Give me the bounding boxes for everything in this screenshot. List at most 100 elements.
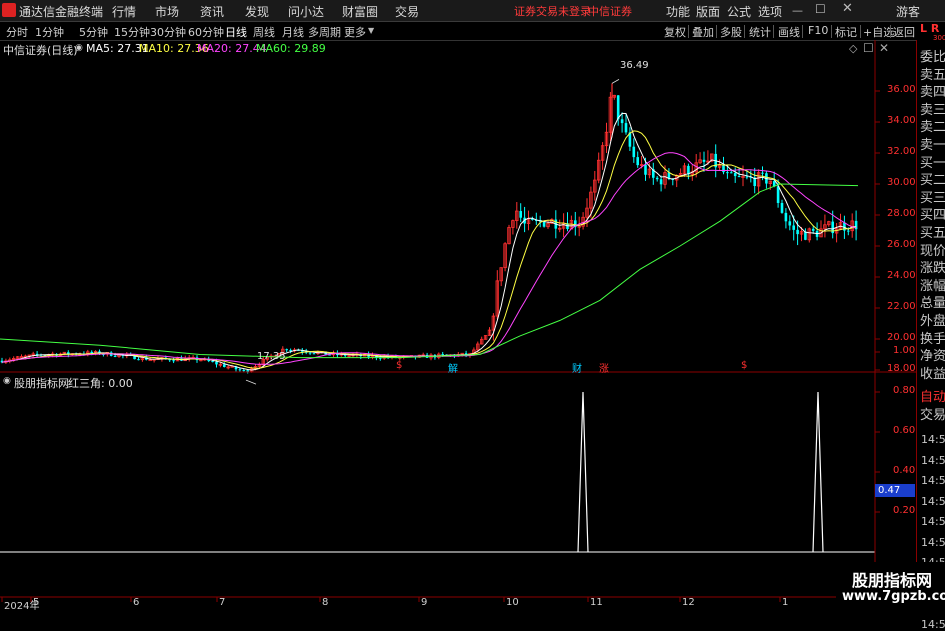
close-icon[interactable]: ✕ [842,1,853,16]
indicator-value: 红三角: 0.00 [68,377,133,390]
quote-field-label: 买四 [920,208,945,224]
candle [847,230,850,232]
multi-stock-button[interactable]: 多股 [720,24,742,40]
ma60-label: MA60: 29.89 [256,42,326,55]
draw-line-button[interactable]: 画线 [778,24,800,40]
event-marker[interactable]: $ [396,360,402,371]
candle [113,355,117,357]
ma60-line [0,183,859,359]
quote-field-label: 卖三 [920,102,945,118]
menu-item-market[interactable]: 市场 [155,3,179,20]
app-title: 通达信金融终端 [19,5,104,19]
menu-item-ask[interactable]: 问小达 [288,3,324,20]
period-multi[interactable]: 多周期 [308,24,341,40]
candle [542,221,546,227]
period-5min[interactable]: 5分钟 [79,24,108,40]
event-marker[interactable]: 财 [572,360,582,375]
quote-field-label: 换手 [920,331,945,347]
ma-line [1,152,857,365]
window-icon[interactable]: ☐ [863,41,874,55]
time-label: 12 [682,597,695,608]
tick-time: 14:56 [921,433,945,446]
candle [238,369,242,371]
auto-label[interactable]: 自动 [920,386,945,405]
candle [702,159,706,162]
candle [148,359,152,362]
menu-item-wealth[interactable]: 财富圈 [342,3,378,20]
candle [811,228,815,231]
time-label: 7 [219,597,226,608]
menu-item-news[interactable]: 资讯 [200,3,224,20]
quote-field-label: 卖二 [920,120,945,136]
settings-icon[interactable]: ◉ [75,43,83,53]
indicator-settings-icon[interactable]: ◉ [3,376,11,386]
high-price-label: 36.49 [620,60,649,71]
period-more[interactable]: 更多 [344,24,366,40]
stock-label: 中信证券(日线) [3,44,78,57]
maximize-icon[interactable]: ☐ [815,2,826,16]
event-marker[interactable]: 解 [448,360,458,375]
period-daily[interactable]: 日线 [225,24,247,40]
price-tick: 22.00 [887,301,916,312]
tick-time: 14:56 [921,474,945,487]
candle [441,354,444,356]
back-button[interactable]: 返回 [893,24,915,40]
indicator-spike [577,391,589,553]
overlay-button[interactable]: 叠加 [692,24,714,40]
period-60min[interactable]: 60分钟 [188,24,224,40]
menu-item-discover[interactable]: 发现 [245,3,269,20]
event-marker[interactable]: $ [741,360,747,371]
mark-button[interactable]: 标记 [835,24,857,40]
menu-item-formula[interactable]: 公式 [727,3,751,20]
diamond-icon[interactable]: ◇ [849,42,857,55]
candle [784,212,788,222]
quote-field-label: 买二 [920,173,945,189]
time-label: 10 [506,597,519,608]
quote-field-label: 卖五 [920,67,945,83]
candle [308,352,312,354]
candle [659,179,663,185]
broker-name[interactable]: 中信证券 [588,3,632,19]
quote-field-label: 收益 [920,366,945,382]
time-label: 1 [782,597,789,608]
time-label: 6 [133,597,140,608]
price-tick: 34.00 [887,115,916,126]
chart-close-icon[interactable]: ✕ [879,41,889,55]
login-warning[interactable]: 证券交易未登录 [514,3,591,19]
period-monthly[interactable]: 月线 [282,24,304,40]
kline-chart[interactable] [0,40,916,609]
event-marker[interactable]: 涨 [599,360,609,375]
price-tick: 18.00 [887,363,916,374]
more-chevron-icon[interactable]: ▼ [368,26,374,35]
quote-field-label: 买一 [920,155,945,171]
indicator-tick: 0.60 [893,425,916,436]
panel-corner-sub: 300 [933,34,945,42]
candle [242,370,246,372]
menu-item-options[interactable]: 选项 [758,3,782,20]
menu-item-trade[interactable]: 交易 [395,3,419,20]
menu-item-function[interactable]: 功能 [666,3,690,20]
minimize-icon[interactable]: — [792,4,803,17]
indicator-tick: 1.00 [893,345,916,356]
price-tick: 30.00 [887,177,916,188]
period-timeshare[interactable]: 分时 [6,24,28,40]
menu-item-layout[interactable]: 版面 [696,3,720,20]
quote-panel: L R 300 委比 卖五 卖四 卖三 卖二 卖一 买一 买二 买三 买四 买五 现价 涨跌 涨幅 总量 外盘… [916,22,945,631]
indicator-name: 股朋指标网 [14,377,69,390]
tick-time: 14:56 [921,494,945,508]
period-30min[interactable]: 30分钟 [150,24,186,40]
period-weekly[interactable]: 周线 [253,24,275,40]
menu-item-quotes[interactable]: 行情 [112,3,136,20]
guest-label[interactable]: 游客 [896,3,920,20]
trade-label[interactable]: 交易 [920,404,945,423]
f10-button[interactable]: F10 [808,24,828,37]
quote-field-label: 卖四 [920,85,945,101]
time-label: 8 [322,597,329,608]
period-1min[interactable]: 1分钟 [35,24,64,40]
price-tick: 20.00 [887,332,916,343]
period-15min[interactable]: 15分钟 [114,24,150,40]
candle [636,157,639,166]
restore-rights-button[interactable]: 复权 [664,24,686,40]
statistics-button[interactable]: 统计 [749,24,771,40]
candle [211,361,214,363]
